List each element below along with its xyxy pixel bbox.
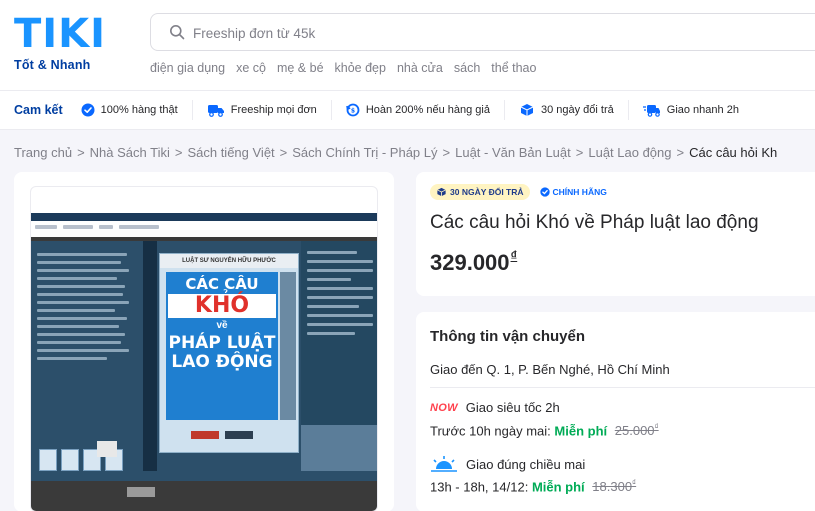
quick-link-sach[interactable]: sách: [454, 61, 480, 75]
commitment-bar: Cam kết 100% hàng thật Freeship mọi đơn …: [0, 90, 815, 130]
commitment-label: Freeship mọi đơn: [230, 104, 317, 116]
delivery-time: Trước 10h ngày mai:: [430, 423, 551, 439]
shipping-address[interactable]: Giao đến Q. 1, P. Bến Nghé, Hồ Chí Minh: [430, 362, 670, 377]
breadcrumb-current: Các câu hỏi Kh: [689, 145, 778, 160]
cover-title-line2: KHÓ: [168, 294, 276, 318]
cover-city-photo: [301, 425, 377, 471]
free-fee: Miễn phí: [531, 479, 585, 495]
commitment-item-return[interactable]: 30 ngày đổi trả: [503, 100, 628, 120]
return-badge-label: 30 NGÀY ĐỔI TRẢ: [450, 187, 524, 197]
verified-check-icon: [81, 103, 95, 117]
cover-author: LUẬT SƯ NGUYỄN HỮU PHƯỚC: [160, 254, 298, 268]
breadcrumb-item[interactable]: Nhà Sách Tiki: [90, 145, 170, 160]
shipping-title: Thông tin vận chuyển: [430, 328, 586, 345]
return-box-icon: [437, 187, 446, 197]
cover-photo-strip: [280, 272, 296, 420]
search-input[interactable]: [193, 23, 793, 43]
fast-delivery-icon: [642, 105, 660, 117]
cover-publisher-logos: [166, 426, 278, 444]
breadcrumb-item[interactable]: Luật Lao động: [588, 145, 671, 160]
breadcrumb-separator: >: [279, 145, 288, 160]
breadcrumb-separator: >: [174, 145, 183, 160]
product-gallery: LUẬT SƯ NGUYỄN HỮU PHƯỚC CÁC CÂU HỎI KHÓ…: [14, 172, 394, 511]
commitment-label: 30 ngày đổi trả: [540, 104, 614, 116]
quick-link-khoe-dep[interactable]: khỏe đẹp: [335, 61, 386, 75]
shipping-option-detail: Trước 10h ngày mai: Miễn phí 25.000₫: [430, 423, 659, 438]
commitment-item-fast[interactable]: Giao nhanh 2h: [627, 100, 753, 120]
original-fee: 18.300₫: [592, 479, 637, 495]
svg-text:$: $: [351, 107, 355, 114]
logo-tagline: Tốt & Nhanh: [14, 58, 91, 72]
search-box[interactable]: [150, 13, 815, 51]
sunset-icon: [431, 456, 457, 472]
cover-title-line4: PHÁP LUẬT LAO ĐỘNG: [168, 333, 276, 372]
free-fee: Miễn phí: [554, 423, 608, 439]
shipping-option-detail: 13h - 18h, 14/12: Miễn phí 18.300₫: [430, 479, 636, 494]
quick-link-nha-cua[interactable]: nhà cửa: [397, 61, 443, 75]
breadcrumb-item[interactable]: Sách Chính Trị - Pháp Lý: [292, 145, 437, 160]
delivery-time: 13h - 18h, 14/12:: [430, 479, 529, 495]
refund-icon: $: [346, 103, 360, 117]
book-spine: [143, 241, 157, 471]
product-title: Các câu hỏi Khó về Pháp luật lao động: [430, 212, 759, 233]
quick-links: điện gia dụng xe cộ mẹ & bé khỏe đẹp nhà…: [150, 61, 536, 75]
quick-link-xe-co[interactable]: xe cộ: [236, 61, 266, 75]
commitment-label: Giao nhanh 2h: [666, 104, 739, 116]
genuine-badge-label: CHÍNH HÃNG: [552, 187, 607, 197]
breadcrumb-item[interactable]: Trang chủ: [14, 145, 72, 160]
quick-link-dien-gia-dung[interactable]: điện gia dụng: [150, 61, 225, 75]
book-front-cover: LUẬT SƯ NGUYỄN HỮU PHƯỚC CÁC CÂU HỎI KHÓ…: [159, 253, 299, 453]
breadcrumb-separator: >: [575, 145, 584, 160]
quick-link-the-thao[interactable]: thể thao: [491, 61, 536, 75]
breadcrumb-separator: >: [77, 145, 85, 160]
product-price: 329.000₫: [430, 248, 518, 276]
divider: [430, 387, 815, 388]
commitment-item-authentic[interactable]: 100% hàng thật: [81, 100, 192, 120]
original-fee: 25.000₫: [614, 423, 659, 439]
breadcrumb-item[interactable]: Sách tiếng Việt: [187, 145, 274, 160]
breadcrumb: Trang chủ > Nhà Sách Tiki > Sách tiếng Việt >…: [14, 145, 777, 160]
shipping-option-afternoon: Giao đúng chiều mai: [430, 456, 585, 472]
viewer-footer: [127, 487, 155, 497]
now-badge: NOW: [430, 401, 458, 414]
product-info: 30 NGÀY ĐỔI TRẢ CHÍNH HÃNG Các câu hỏi K…: [416, 172, 815, 296]
viewer-titlebar: [31, 213, 377, 221]
return-box-icon: [520, 104, 534, 116]
commitment-label: 100% hàng thật: [100, 104, 178, 116]
commitment-title: Cam kết: [14, 103, 63, 117]
book-back-cover: [37, 253, 135, 423]
site-header: TIKI Tốt & Nhanh điện gia dụng xe cộ mẹ …: [0, 0, 815, 90]
tiki-logo[interactable]: TIKI Tốt & Nhanh: [14, 12, 106, 72]
cover-title-line3: về: [216, 320, 228, 331]
qr-code: [97, 441, 117, 457]
shipping-option-express: NOW Giao siêu tốc 2h: [430, 400, 560, 415]
verified-check-icon: [539, 187, 550, 197]
commitment-item-freeship[interactable]: Freeship mọi đơn: [191, 100, 331, 120]
breadcrumb-separator: >: [442, 145, 451, 160]
logo-wordmark: TIKI: [14, 11, 107, 57]
shipping-info: Thông tin vận chuyển Giao đến Q. 1, P. B…: [416, 312, 815, 511]
breadcrumb-separator: >: [676, 145, 685, 160]
price-value: 329.000: [430, 250, 510, 275]
viewer-toolbar: [35, 225, 375, 235]
search-icon: [170, 25, 185, 40]
product-main-image[interactable]: LUẬT SƯ NGUYỄN HỮU PHƯỚC CÁC CÂU HỎI KHÓ…: [30, 186, 378, 511]
genuine-badge: CHÍNH HÃNG: [536, 184, 611, 200]
quick-link-me-be[interactable]: mẹ & bé: [277, 61, 324, 75]
product-badges: 30 NGÀY ĐỔI TRẢ CHÍNH HÃNG: [430, 184, 611, 200]
shipping-option-name: Giao siêu tốc 2h: [465, 400, 560, 415]
shipping-option-name: Giao đúng chiều mai: [466, 456, 586, 472]
commitment-item-refund[interactable]: $ Hoàn 200% nếu hàng giả: [330, 100, 504, 120]
breadcrumb-item[interactable]: Luật - Văn Bản Luật: [455, 145, 571, 160]
commitment-label: Hoàn 200% nếu hàng giả: [365, 104, 490, 116]
return-badge: 30 NGÀY ĐỔI TRẢ: [430, 184, 530, 200]
price-currency: ₫: [510, 248, 518, 263]
delivery-truck-icon: [207, 105, 224, 117]
